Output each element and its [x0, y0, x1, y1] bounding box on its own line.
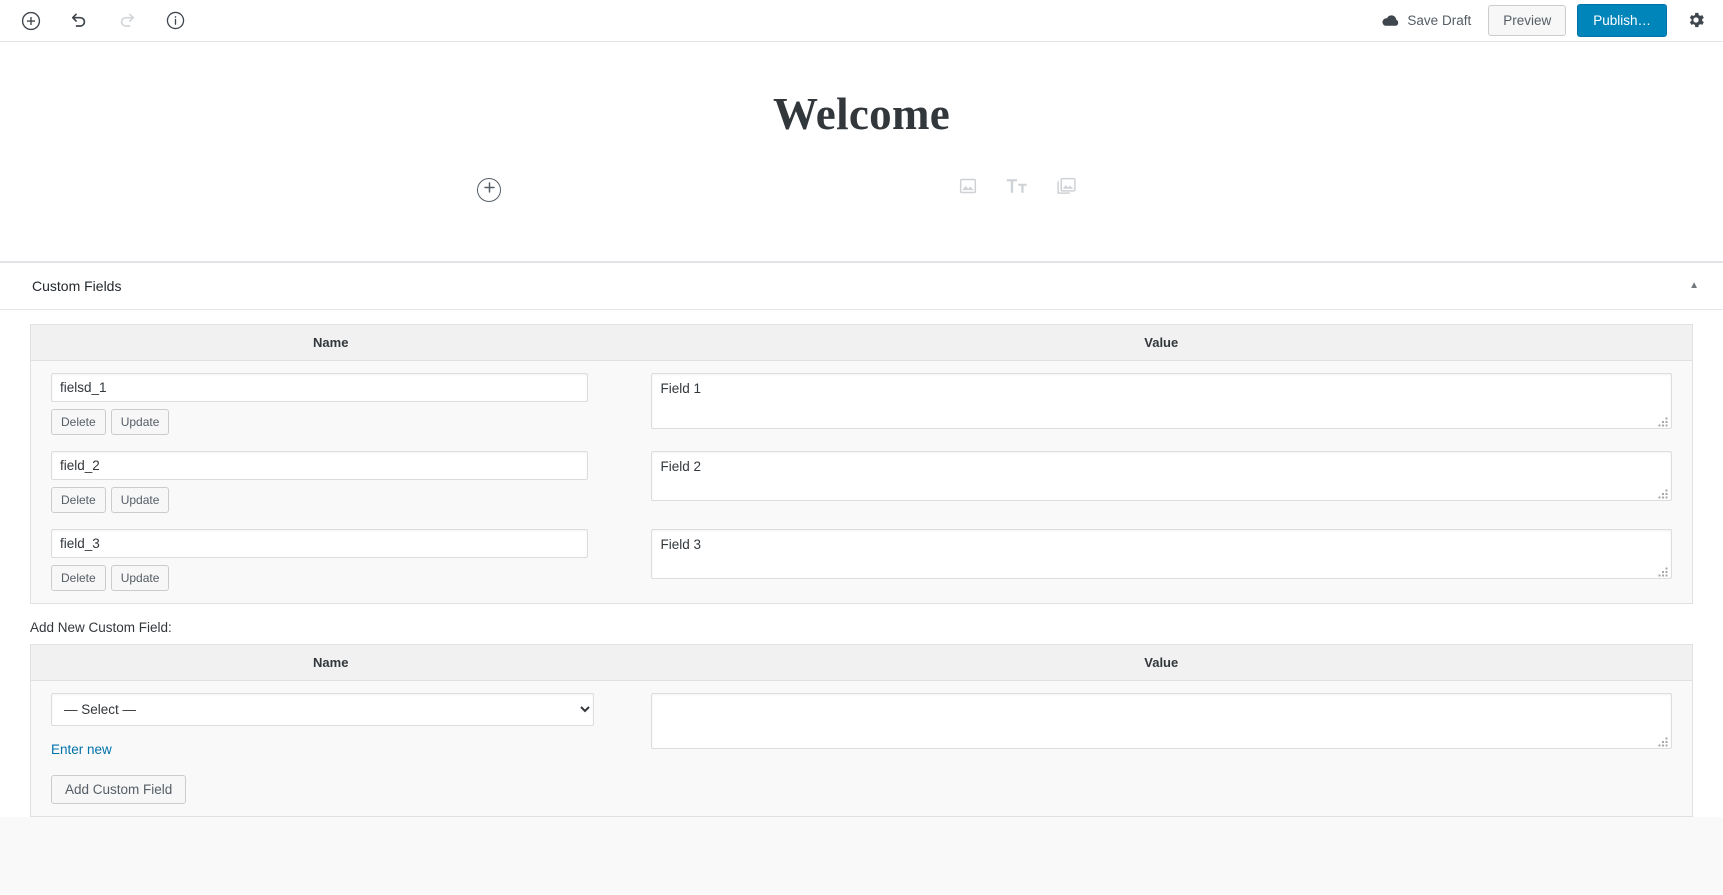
update-button[interactable]: Update: [110, 565, 170, 591]
column-header-name: Name: [30, 644, 631, 681]
update-button[interactable]: Update: [110, 409, 170, 435]
table-header-row: Name Value: [30, 324, 1693, 361]
row-actions: Delete Update: [51, 565, 611, 591]
row-actions: Delete Update: [51, 409, 611, 435]
chevron-up-icon[interactable]: ▲: [1683, 277, 1705, 295]
post-canvas: Welcome: [0, 42, 1723, 262]
column-header-value: Value: [630, 324, 1693, 361]
add-custom-field-table: Name Value — Select — Enter new Add Cust…: [30, 644, 1693, 817]
add-block-button[interactable]: [14, 4, 48, 38]
field-value-textarea[interactable]: Field 1: [650, 373, 1672, 429]
cell-name: Delete Update: [31, 525, 631, 604]
value-textarea-wrapper: [650, 693, 1672, 749]
quick-insert-paragraph-button[interactable]: [1004, 176, 1030, 202]
cell-value: Field 1: [631, 361, 1693, 448]
table-header-row: Name Value: [30, 644, 1693, 681]
cloud-icon: [1381, 13, 1400, 28]
value-textarea-wrapper: Field 2: [650, 451, 1672, 501]
field-name-input[interactable]: [51, 451, 588, 480]
field-name-input[interactable]: [51, 373, 588, 402]
column-header-value: Value: [630, 644, 1693, 681]
gallery-icon: [1056, 176, 1077, 202]
value-textarea-wrapper: Field 3: [650, 529, 1672, 579]
cell-name: Delete Update: [31, 361, 631, 448]
custom-fields-body: Name Value Delete Update Field: [0, 310, 1723, 817]
table-row: Delete Update Field 1: [31, 361, 1693, 448]
publish-button[interactable]: Publish…: [1577, 3, 1667, 38]
cell-value: Field 2: [631, 447, 1693, 525]
delete-button[interactable]: Delete: [51, 409, 106, 435]
cell-name: Delete Update: [31, 447, 631, 525]
delete-button[interactable]: Delete: [51, 487, 106, 513]
paragraph-icon: [1006, 176, 1028, 201]
new-field-value-textarea[interactable]: [650, 693, 1672, 749]
cell-value: [631, 681, 1693, 817]
add-new-custom-field-label: Add New Custom Field:: [30, 620, 172, 635]
custom-fields-metabox: Custom Fields ▲ Name Value Delete Update: [0, 262, 1723, 894]
settings-button[interactable]: [1681, 5, 1711, 35]
quick-insert-image-button[interactable]: [955, 176, 981, 202]
image-icon: [958, 176, 978, 201]
plus-circle-icon: [483, 181, 496, 199]
toolbar-right-group: Save Draft Preview Publish…: [1375, 3, 1711, 38]
block-appender-row: [0, 176, 1723, 216]
enter-new-wrapper: Enter new: [51, 726, 611, 759]
update-button[interactable]: Update: [110, 487, 170, 513]
custom-fields-table: Name Value Delete Update Field: [30, 324, 1693, 604]
quick-insert-gallery-button[interactable]: [1053, 176, 1079, 202]
value-textarea-wrapper: Field 1: [650, 373, 1672, 429]
quick-insert-group: [955, 176, 1079, 202]
content-info-button[interactable]: [158, 4, 192, 38]
custom-fields-title: Custom Fields: [32, 278, 122, 294]
add-field-row: — Select — Enter new Add Custom Field: [31, 681, 1693, 817]
editor-toolbar: Save Draft Preview Publish…: [0, 0, 1723, 42]
preview-button[interactable]: Preview: [1488, 4, 1567, 37]
table-row: Delete Update Field 3: [31, 525, 1693, 604]
redo-button[interactable]: [110, 4, 144, 38]
block-inserter-button[interactable]: [477, 177, 501, 202]
delete-button[interactable]: Delete: [51, 565, 106, 591]
cell-value: Field 3: [631, 525, 1693, 604]
column-header-name: Name: [30, 324, 631, 361]
toolbar-left-group: [8, 4, 192, 38]
save-draft-label: Save Draft: [1407, 12, 1472, 28]
info-icon: [165, 10, 186, 31]
post-title[interactable]: Welcome: [0, 89, 1723, 140]
cell-name: — Select — Enter new Add Custom Field: [31, 681, 631, 817]
field-value-textarea[interactable]: Field 3: [650, 529, 1672, 579]
enter-new-link[interactable]: Enter new: [51, 742, 112, 757]
table-row: Delete Update Field 2: [31, 447, 1693, 525]
plus-circle-icon: [20, 10, 42, 32]
gear-icon: [1686, 10, 1706, 30]
field-value-textarea[interactable]: Field 2: [650, 451, 1672, 501]
custom-fields-header[interactable]: Custom Fields ▲: [0, 263, 1723, 310]
new-field-name-select[interactable]: — Select —: [51, 693, 594, 726]
field-name-input[interactable]: [51, 529, 588, 558]
undo-icon: [69, 11, 89, 31]
row-actions: Delete Update: [51, 487, 611, 513]
save-draft-button[interactable]: Save Draft: [1375, 9, 1477, 32]
undo-button[interactable]: [62, 4, 96, 38]
redo-icon: [117, 11, 137, 31]
add-custom-field-button[interactable]: Add Custom Field: [51, 775, 187, 804]
